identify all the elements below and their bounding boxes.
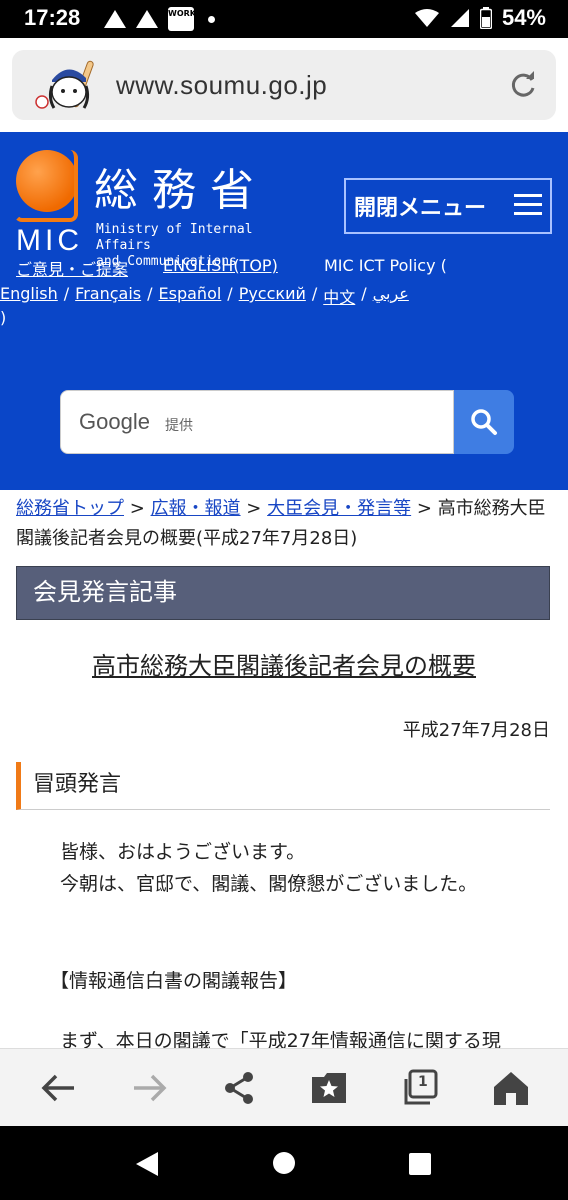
breadcrumb-minister-link[interactable]: 大臣会見・発言等 (267, 498, 411, 519)
back-arrow-icon[interactable] (40, 1069, 78, 1107)
site-header: MIC 総務省 Ministry of Internal Affairs and… (0, 132, 568, 490)
tabs-button[interactable]: 1 (402, 1069, 440, 1107)
closing-paren: ) (0, 308, 7, 327)
breadcrumb: 総務省トップ > 広報・報道 > 大臣会見・発言等 > 高市総務大臣閣議後記者会… (16, 494, 556, 554)
site-mascot-icon (35, 60, 94, 109)
site-logo[interactable]: MIC 総務省 Ministry of Internal Affairs and… (14, 150, 304, 269)
notification-icons: WORK (104, 6, 215, 32)
search-button[interactable] (454, 390, 514, 454)
english-top-link[interactable]: ENGLISH(TOP) (163, 256, 278, 280)
system-navigation-bar (0, 1126, 568, 1200)
ict-policy-label: MIC ICT Policy ( (324, 256, 447, 275)
home-icon[interactable] (492, 1069, 530, 1107)
status-bar: 17:28 WORK 54% (0, 0, 568, 38)
topic-heading: 【情報通信白書の閣議報告】 (50, 970, 298, 992)
hamburger-icon (514, 194, 542, 218)
battery-percent: 54% (501, 5, 546, 30)
section-heading-bar: 会見発言記事 (16, 566, 550, 620)
opinion-link[interactable]: ご意見・ご提案 (16, 256, 128, 280)
reload-icon[interactable] (508, 70, 538, 100)
lang-separator: / (361, 284, 367, 303)
article-date: 平成27年7月28日 (402, 720, 550, 741)
tab-count: 1 (418, 1074, 428, 1090)
logo-english-line1: Ministry of Internal Affairs (96, 222, 253, 253)
browser-url-area: www.soumu.go.jp (0, 38, 568, 132)
notification-triangle-icon (104, 10, 126, 28)
more-notifications-dot-icon (208, 15, 215, 23)
breadcrumb-separator: > (129, 498, 145, 519)
breadcrumb-separator: > (416, 498, 432, 519)
article-title-text: 高市総務大臣閣議後記者会見の概要 (92, 652, 476, 680)
lang-link-russian[interactable]: Русский (239, 284, 306, 308)
nav-back-icon[interactable] (134, 1150, 160, 1178)
paragraph-line: 皆様、おはようございます。 (60, 841, 306, 863)
status-time: 17:28 (24, 5, 81, 30)
system-icons: 54% (414, 5, 546, 31)
language-links: English / Français / Español / Русский /… (0, 284, 409, 308)
breadcrumb-press-link[interactable]: 広報・報道 (151, 498, 241, 519)
logo-mic-text: MIC (16, 224, 83, 257)
paragraph-line: 今朝は、官邸で、閣議、閣僚懇がございました。 (60, 873, 478, 895)
logo-frame (14, 150, 78, 222)
breadcrumb-home-link[interactable]: 総務省トップ (16, 498, 124, 519)
bookmark-star-icon[interactable] (310, 1069, 348, 1107)
lang-separator: / (311, 284, 318, 303)
article-paragraph: 皆様、おはようございます。 今朝は、官邸で、閣議、閣僚懇がございました。 (60, 836, 560, 900)
lang-separator: / (227, 284, 233, 303)
article-title: 高市総務大臣閣議後記者会見の概要 (0, 646, 568, 681)
opening-remarks-heading: 冒頭発言 (16, 762, 550, 810)
battery-icon (479, 7, 492, 29)
url-text: www.soumu.go.jp (116, 70, 328, 100)
google-brand: Google (79, 409, 150, 434)
lang-separator: / (147, 284, 153, 303)
lang-link-french[interactable]: Français (75, 284, 141, 308)
breadcrumb-separator: > (246, 498, 262, 519)
lang-link-arabic[interactable]: عربي (373, 284, 409, 308)
lang-separator: / (63, 284, 70, 303)
nav-home-icon[interactable] (272, 1151, 296, 1175)
site-search: Google 提供 (60, 390, 514, 454)
forward-arrow-icon[interactable] (130, 1069, 168, 1107)
lang-link-spanish[interactable]: Español (159, 284, 222, 308)
share-icon[interactable] (220, 1069, 258, 1107)
search-icon (471, 409, 497, 435)
menu-toggle-button[interactable]: 開閉メニュー (344, 178, 552, 234)
work-app-icon: WORK (168, 7, 196, 31)
browser-toolbar: 1 (0, 1048, 568, 1126)
google-provided-label: 提供 (165, 418, 193, 434)
logo-japanese-name: 総務省 (94, 165, 268, 216)
menu-toggle-label: 開閉メニュー (354, 196, 487, 221)
address-bar[interactable]: www.soumu.go.jp (12, 50, 556, 120)
search-input[interactable]: Google 提供 (60, 390, 454, 454)
signal-icon (450, 9, 469, 27)
nav-recents-icon[interactable] (408, 1152, 432, 1176)
lang-link-english[interactable]: English (0, 284, 58, 308)
wifi-icon (414, 9, 439, 27)
lang-link-chinese[interactable]: 中文 (323, 284, 355, 308)
notification-triangle-icon (136, 10, 158, 28)
